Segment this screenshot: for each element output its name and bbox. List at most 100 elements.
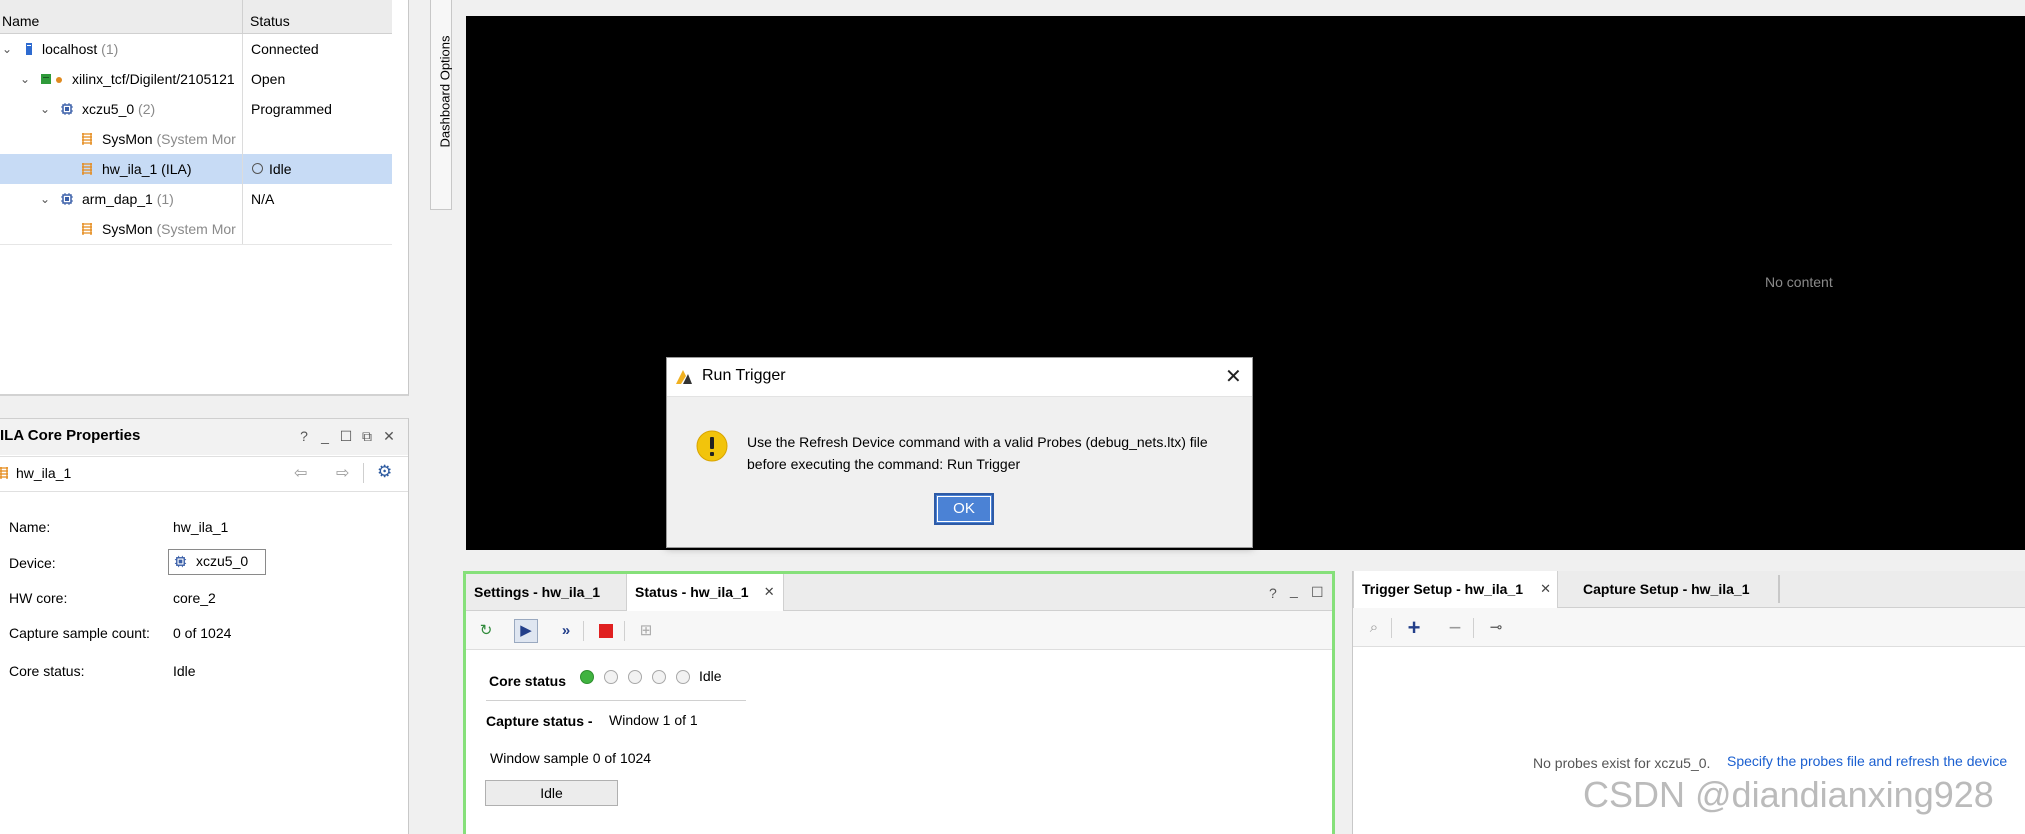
maximize-icon[interactable]: ☐ bbox=[339, 429, 353, 443]
status-indicator bbox=[676, 670, 690, 684]
forward-arrow-icon[interactable]: ⇨ bbox=[336, 463, 349, 483]
tree-row-xczu5[interactable]: ⌄ xczu5_0 (2) Programmed bbox=[0, 94, 392, 125]
tree-row-sysmon[interactable]: SysMon (System Mor bbox=[0, 214, 392, 245]
tree-item-label: hw_ila_1 (ILA) bbox=[102, 161, 192, 177]
tree-item-label: localhost bbox=[42, 41, 98, 57]
chip-icon bbox=[61, 193, 73, 205]
chevron-down-icon[interactable]: ⌄ bbox=[38, 184, 52, 214]
prop-label: Device: bbox=[9, 555, 56, 571]
dialog-title: Run Trigger bbox=[702, 367, 786, 384]
prop-value-name: hw_ila_1 bbox=[173, 519, 229, 535]
help-icon[interactable]: ? bbox=[297, 429, 311, 443]
trigger-toolbar: ⌕ + − ⊸ bbox=[1353, 608, 2025, 647]
ok-button[interactable]: OK bbox=[934, 493, 994, 525]
prop-value-hw-core: core_2 bbox=[173, 590, 216, 606]
chevron-down-icon[interactable]: ⌄ bbox=[38, 94, 52, 124]
core-icon bbox=[82, 133, 92, 145]
status-indicator bbox=[652, 670, 666, 684]
panel-title: ILA Core Properties bbox=[0, 427, 141, 444]
tree-item-count: (2) bbox=[138, 101, 156, 117]
close-icon[interactable]: ✕ bbox=[1225, 364, 1242, 389]
close-tab-icon[interactable]: ✕ bbox=[764, 574, 775, 610]
dialog-message-line1: Use the Refresh Device command with a va… bbox=[747, 434, 1208, 450]
tree-item-status: Connected bbox=[242, 34, 392, 64]
tab-settings[interactable]: Settings - hw_ila_1 bbox=[466, 574, 608, 610]
tab-capture-setup[interactable]: Capture Setup - hw_ila_1 bbox=[1575, 571, 1757, 607]
core-status-label: Core status bbox=[489, 673, 567, 689]
dialog-message-line2: before executing the command: Run Trigge… bbox=[747, 456, 1021, 472]
tree-header: Name Status bbox=[0, 0, 392, 34]
target-icon bbox=[41, 74, 51, 84]
capture-status-label: Capture status - bbox=[486, 713, 593, 729]
trigger-state-button[interactable]: Idle bbox=[485, 780, 618, 806]
tree-row-hw-ila[interactable]: hw_ila_1 (ILA) Idle bbox=[0, 154, 392, 185]
chevron-down-icon[interactable]: ⌄ bbox=[18, 64, 32, 94]
ila-core-properties-panel: ILA Core Properties ? _ ☐ ⧉ ✕ hw_ila_1 ⇦… bbox=[0, 418, 409, 834]
no-content-label: No content bbox=[1765, 274, 1833, 290]
core-icon bbox=[82, 163, 92, 175]
tab-status[interactable]: Status - hw_ila_1 ✕ bbox=[626, 574, 784, 611]
dashboard-options-tab[interactable]: Dashboard Options bbox=[430, 0, 453, 210]
minimize-icon[interactable]: _ bbox=[1290, 582, 1298, 598]
column-name-header[interactable]: Name bbox=[2, 0, 39, 33]
remove-probe-icon[interactable]: − bbox=[1443, 616, 1467, 640]
add-probe-icon[interactable]: + bbox=[1402, 616, 1426, 640]
plug-icon bbox=[56, 77, 62, 83]
watermark: CSDN @diandianxing928 bbox=[1583, 774, 1994, 815]
object-name: hw_ila_1 bbox=[16, 465, 72, 481]
tree-row-localhost[interactable]: ⌄ localhost (1) Connected bbox=[0, 34, 392, 65]
device-field[interactable]: xczu5_0 bbox=[168, 549, 266, 575]
dialog-titlebar: Run Trigger ✕ bbox=[667, 358, 1252, 397]
prop-label: HW core: bbox=[9, 590, 68, 606]
tree-row-target[interactable]: ⌄ xilinx_tcf/Digilent/2105121 Open bbox=[0, 64, 392, 95]
close-tab-icon[interactable]: ✕ bbox=[1540, 571, 1551, 607]
tree-item-label: SysMon bbox=[102, 221, 153, 237]
chip-icon bbox=[61, 103, 73, 115]
stop-trigger-button[interactable] bbox=[594, 619, 618, 643]
dashboard-options-label: Dashboard Options bbox=[437, 35, 453, 148]
window-sample: Window sample 0 of 1024 bbox=[490, 750, 652, 766]
tab-trigger-setup[interactable]: Trigger Setup - hw_ila_1 ✕ bbox=[1353, 571, 1559, 608]
vivado-logo-icon bbox=[676, 370, 692, 384]
tree-item-status: Programmed bbox=[242, 94, 392, 124]
tab-trigger-setup-label: Trigger Setup - hw_ila_1 bbox=[1362, 581, 1524, 597]
status-indicator bbox=[628, 670, 642, 684]
prop-value-sample-count: 0 of 1024 bbox=[173, 625, 232, 641]
tree-item-count: (1) bbox=[101, 41, 119, 57]
column-status-header[interactable]: Status bbox=[250, 0, 290, 33]
prop-value-core-status: Idle bbox=[173, 663, 196, 679]
maximize-icon[interactable]: ☐ bbox=[1311, 584, 1324, 601]
tree-item-status: Idle bbox=[269, 161, 292, 177]
tree-item-status: N/A bbox=[242, 184, 392, 214]
gear-icon[interactable]: ⚙ bbox=[377, 462, 392, 482]
tree-item-label: arm_dap_1 bbox=[82, 191, 153, 207]
chevron-down-icon[interactable]: ⌄ bbox=[0, 34, 14, 64]
prop-label: Core status: bbox=[9, 663, 85, 679]
tree-item-label: SysMon bbox=[102, 131, 153, 147]
run-trigger-button[interactable]: ▶ bbox=[514, 619, 538, 643]
tree-item-count: (System Mor bbox=[156, 131, 236, 147]
tree-item-status bbox=[242, 124, 392, 154]
search-icon[interactable]: ⌕ bbox=[1362, 616, 1386, 640]
close-icon[interactable]: ✕ bbox=[382, 429, 396, 443]
specify-probes-link[interactable]: Specify the probes file and refresh the … bbox=[1727, 753, 2007, 769]
auto-rerun-icon[interactable]: ↻ bbox=[474, 619, 498, 643]
back-arrow-icon[interactable]: ⇦ bbox=[294, 463, 307, 483]
prop-value-device: xczu5_0 bbox=[196, 553, 249, 569]
prop-label: Capture sample count: bbox=[9, 625, 150, 641]
capture-status-value: Window 1 of 1 bbox=[609, 712, 698, 728]
tree-row-sysmon[interactable]: SysMon (System Mor bbox=[0, 124, 392, 155]
float-icon[interactable]: ⧉ bbox=[360, 429, 374, 443]
run-immediate-icon[interactable]: » bbox=[554, 619, 578, 643]
warning-icon bbox=[696, 430, 728, 462]
tree-row-arm-dap[interactable]: ⌄ arm_dap_1 (1) N/A bbox=[0, 184, 392, 215]
trigger-at-startup-icon[interactable]: ⊞ bbox=[634, 619, 658, 643]
minimize-icon[interactable]: _ bbox=[318, 429, 332, 443]
tab-status-label: Status - hw_ila_1 bbox=[635, 584, 749, 600]
tree-item-label: xilinx_tcf/Digilent/2105121 bbox=[72, 71, 235, 87]
status-toolbar: ↻ ▶ » ⊞ bbox=[466, 611, 1332, 650]
trigger-condition-icon[interactable]: ⊸ bbox=[1484, 616, 1508, 640]
help-icon[interactable]: ? bbox=[1269, 585, 1277, 601]
prop-label: Name: bbox=[9, 519, 51, 535]
status-indicator bbox=[604, 670, 618, 684]
